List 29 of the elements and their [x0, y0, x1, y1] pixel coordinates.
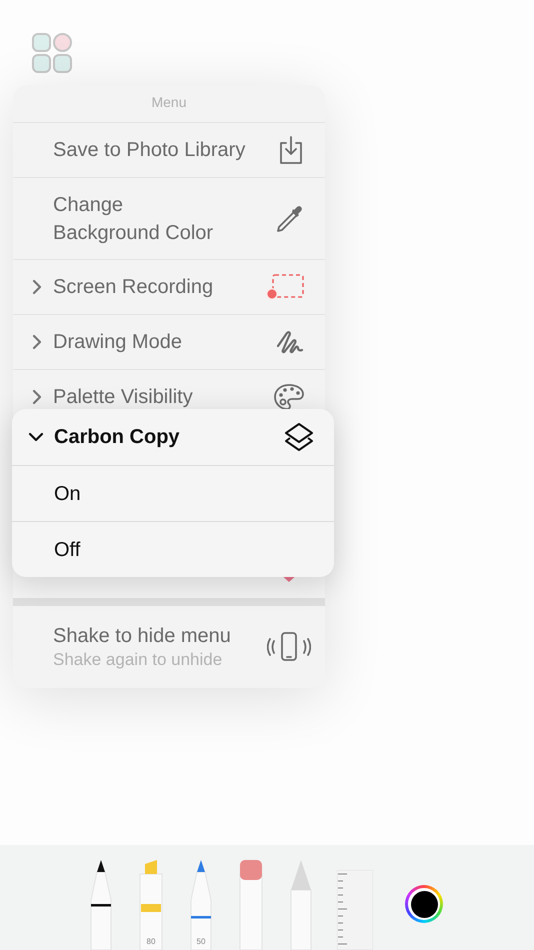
menu-item-label: Save to Photo Library — [53, 138, 246, 163]
palette-icon — [273, 383, 305, 411]
menu-item-label: Change Background Color — [53, 192, 214, 246]
menu-item[interactable]: Drawing Mode — [13, 314, 325, 369]
ruler-tool[interactable] — [337, 870, 373, 950]
app-grid-icon[interactable] — [32, 33, 72, 73]
current-color-swatch — [410, 890, 438, 918]
menu-item-label: Shake to hide menu — [53, 624, 232, 649]
menu-title: Menu — [150, 93, 188, 112]
menu-item-sublabel: Shake again to unhide — [53, 649, 224, 671]
submenu-option[interactable]: On — [12, 465, 334, 521]
menu-item-label: Drawing Mode — [53, 330, 183, 355]
menu-item-label: Palette Visibility — [53, 385, 194, 410]
tool-size-label: 80 — [146, 936, 156, 948]
submenu-option[interactable]: Off — [12, 521, 334, 577]
eraser-tool[interactable] — [237, 860, 265, 950]
squiggle-icon — [275, 328, 305, 356]
color-picker[interactable] — [405, 885, 443, 923]
phone-shaking-icon — [267, 632, 311, 662]
menu-item[interactable]: Screen Recording — [13, 259, 325, 314]
menu-item[interactable]: Change Background Color — [13, 177, 325, 259]
download-icon — [277, 135, 305, 165]
layers-icon — [284, 422, 314, 452]
menu-item-label: Screen Recording — [53, 275, 214, 300]
eyedropper-icon — [275, 204, 305, 234]
screen-recording-icon — [265, 273, 305, 301]
tool-size-label: 50 — [196, 936, 206, 948]
menu-item[interactable]: Save to Photo Library — [13, 122, 325, 177]
submenu-title: Carbon Copy — [54, 425, 181, 450]
